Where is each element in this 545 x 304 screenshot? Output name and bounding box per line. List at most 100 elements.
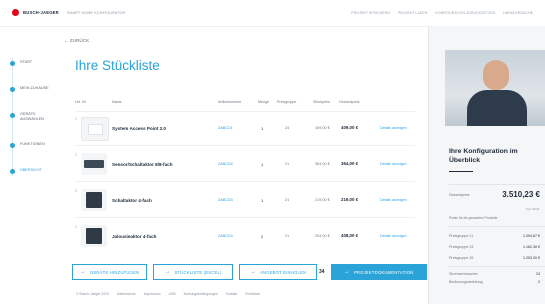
step-select-devices[interactable]: GERÄTE AUSWÄHLEN <box>10 112 46 122</box>
step-dot-icon <box>10 169 15 174</box>
footer-link-contact[interactable]: Kontakt <box>226 292 238 296</box>
row-divider <box>75 111 415 112</box>
step-label: MEIN ZUHAUSE <box>20 86 49 90</box>
total-price: 219,00 € <box>341 197 359 202</box>
step-label: START <box>20 60 33 64</box>
details-link[interactable]: Details anzeigen <box>380 234 407 238</box>
footer-link-privacy[interactable]: Datenschutz <box>117 292 136 296</box>
unit-price: 409,00 € <box>315 126 330 130</box>
row-position: 4 <box>75 225 77 229</box>
product-thumbnail <box>81 189 107 211</box>
export-excel-button[interactable]: → STÜCKLISTE (EXCEL) <box>153 264 233 280</box>
product-thumbnail <box>81 225 107 247</box>
footer-copyright: © Busch-Jaeger 2020 <box>76 292 109 296</box>
arrow-right-icon: → <box>343 269 350 275</box>
project-documentation-button[interactable]: → PROJEKTDOKUMENTATION <box>330 264 427 280</box>
nav-save-project[interactable]: PROJEKT SPEICHERN <box>351 11 389 15</box>
price-note: Preise für die genannten Produkte <box>449 216 498 220</box>
step-overview[interactable]: ÜBERSICHT <box>10 168 42 174</box>
col-name: Name <box>112 100 122 104</box>
price-group-label: Preisgruppe 21 <box>449 234 474 238</box>
article-number-link[interactable]: 2ABCD4 <box>218 234 233 238</box>
total-price: 364,00 € <box>341 161 359 166</box>
nav-reset-configuration[interactable]: KONFIGURATION ZURÜCKSETZEN <box>435 11 495 15</box>
summary-divider <box>449 266 545 267</box>
nav-dealer-search[interactable]: HÄNDLERSUCHE <box>503 11 533 15</box>
price-group-value: 1.094,87 € <box>523 234 540 238</box>
nav-load-project[interactable]: PROJEKT LADEN <box>398 11 428 15</box>
title-underline <box>449 171 473 172</box>
article-number-link[interactable]: 2ABCD3 <box>218 198 233 202</box>
product-name: System Access Point 2.0 <box>112 126 166 131</box>
button-label: PROJEKTDOKUMENTATION <box>353 269 414 275</box>
table-header: Lfd. Nr. Name Artikelnummer Menge Preisg… <box>75 100 415 108</box>
col-pos: Lfd. Nr. <box>75 100 87 104</box>
summary-item-label: Bedienungsanleitung <box>449 280 483 284</box>
add-devices-button[interactable]: → GERÄTE HINZUFÜGEN <box>72 264 147 280</box>
advisor-photo <box>445 50 545 126</box>
button-label: GERÄTE HINZUFÜGEN <box>89 269 140 275</box>
details-link[interactable]: Details anzeigen <box>380 126 407 130</box>
back-link[interactable]: ← ZURÜCK <box>64 38 89 43</box>
row-divider <box>75 217 415 218</box>
summary-panel: Ihre Konfiguration im Überblick Gesamtpr… <box>428 26 545 304</box>
col-price-group: Preisgruppe <box>277 100 297 104</box>
article-number-link[interactable]: 2ABCD1 <box>218 126 233 130</box>
step-label: ÜBERSICHT <box>20 168 42 172</box>
col-quantity: Menge <box>258 100 269 104</box>
table-row: 2 Sensor/Schaltaktor 8/8-fach 2ABCD2 1 2… <box>75 149 415 179</box>
arrow-right-icon: → <box>164 269 171 275</box>
photo-person-head <box>483 60 509 90</box>
step-start[interactable]: START <box>10 60 32 66</box>
summary-item-label: Stromverbraucher <box>449 272 478 276</box>
product-name: Sensor/Schaltaktor 8/8-fach <box>112 162 173 167</box>
product-name: Jalousieaktor 4-fach <box>112 234 157 239</box>
step-my-home[interactable]: MEIN ZUHAUSE <box>10 86 49 92</box>
footer-link-feedback[interactable]: Feedback <box>245 292 260 296</box>
summary-item-value: 24 <box>536 272 540 276</box>
product-thumbnail <box>81 117 109 141</box>
brand-logo-icon <box>12 9 19 16</box>
col-unit-price: Stückpreis <box>313 100 330 104</box>
page-title: Ihre Stückliste <box>75 58 160 73</box>
row-position: 1 <box>75 117 77 121</box>
total-note: zzgl. MwSt. <box>525 207 540 211</box>
action-bar: → GERÄTE HINZUFÜGEN → STÜCKLISTE (EXCEL)… <box>72 264 427 280</box>
article-number-link[interactable]: 2ABCD2 <box>218 162 233 166</box>
quantity-value: 1 <box>261 126 264 131</box>
price-group-value: 21 <box>285 198 290 202</box>
step-functions[interactable]: FUNKTIONEN <box>10 142 45 148</box>
step-dot-icon <box>10 143 15 148</box>
table-row: 3 Schaltaktor 4-fach 2ABCD3 1 21 219,00 … <box>75 185 415 215</box>
col-article: Artikelnummer <box>218 100 242 104</box>
row-divider <box>75 145 415 146</box>
total-value: 3.510,23 € <box>502 190 540 199</box>
summary-item-value: 2 <box>538 280 540 284</box>
arrow-right-icon: → <box>249 269 257 275</box>
row-position: 2 <box>75 153 77 157</box>
unit-price: 219,00 € <box>315 198 330 202</box>
top-navigation: PROJEKT SPEICHERN PROJEKT LADEN KONFIGUR… <box>351 11 533 15</box>
price-group-value: 21 <box>285 234 290 238</box>
total-price: 408,00 € <box>341 233 359 238</box>
request-offer-button[interactable]: → ANGEBOT EINHOLEN <box>239 264 317 280</box>
brand-logo[interactable]: BUSCH-JAEGER SMART HOME KONFIGURATOR <box>12 9 125 16</box>
product-name: SMART HOME KONFIGURATOR <box>66 10 126 15</box>
footer-link-terms[interactable]: AGB <box>169 292 176 296</box>
footer-link-imprint[interactable]: Impressum <box>144 292 161 296</box>
unit-price: 204,00 € <box>315 234 330 238</box>
unit-price: 364,00 € <box>315 162 330 166</box>
top-bar: BUSCH-JAEGER SMART HOME KONFIGURATOR PRO… <box>0 0 545 27</box>
summary-title: Ihre Konfiguration im Überblick <box>449 148 518 164</box>
brand-name: BUSCH-JAEGER <box>23 10 59 15</box>
details-link[interactable]: Details anzeigen <box>380 198 407 202</box>
price-group-label: Preisgruppe 25 <box>449 256 474 260</box>
details-link[interactable]: Details anzeigen <box>380 162 407 166</box>
total-price: 409,00 € <box>341 125 359 130</box>
quantity-value: 2 <box>261 234 264 239</box>
photo-person-body <box>467 90 527 126</box>
footer-link-usage[interactable]: Nutzungsbedingungen <box>184 292 218 296</box>
row-divider <box>75 181 415 182</box>
price-group-value: 24 <box>285 126 290 130</box>
price-group-value: 21 <box>285 162 290 166</box>
